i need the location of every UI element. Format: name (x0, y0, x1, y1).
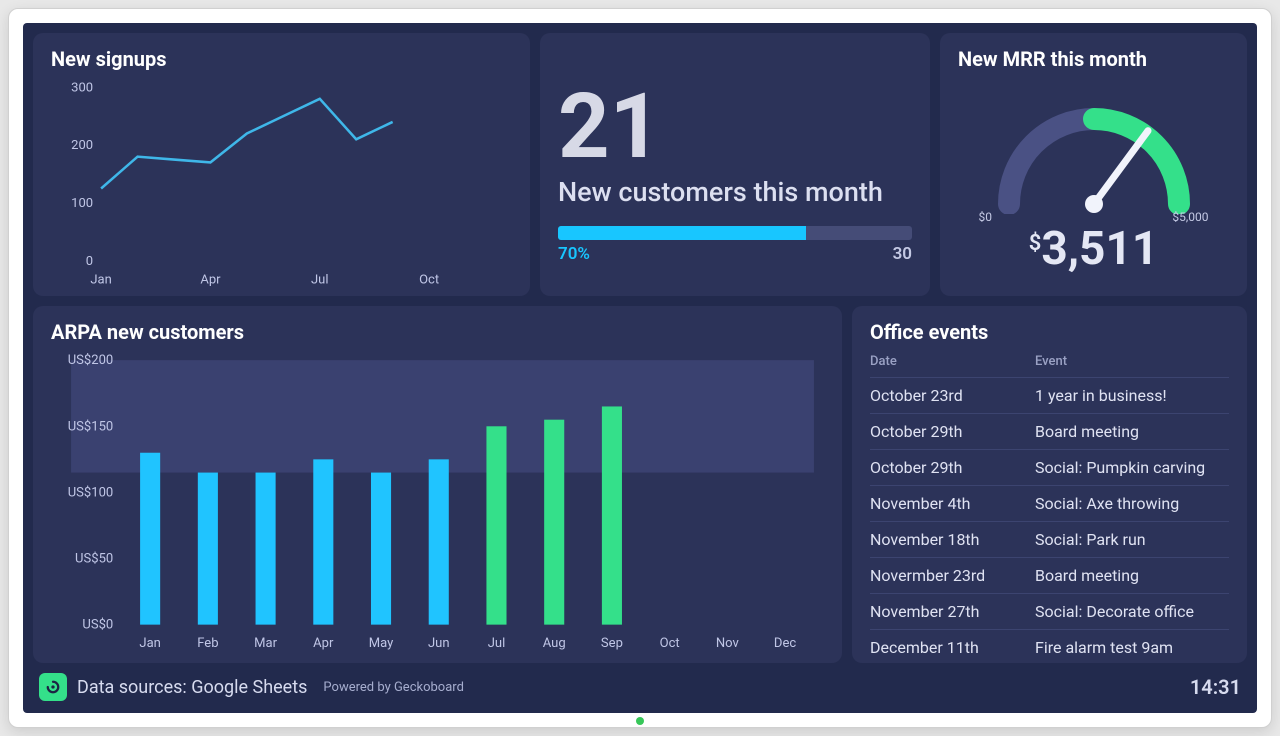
chart-arpa: US$0 US$50 US$100 US$150 US$200 Jan Feb Mar Apr M… (51, 350, 824, 655)
card-title: New signups (51, 47, 512, 71)
gauge-chart (979, 84, 1209, 214)
svg-text:Jan: Jan (139, 636, 160, 651)
svg-text:200: 200 (71, 138, 93, 153)
svg-text:Apr: Apr (200, 272, 221, 287)
col-event: Event (1035, 350, 1229, 378)
svg-text:Sep: Sep (601, 636, 623, 651)
monitor-led-icon (636, 717, 644, 725)
card-new-customers: 21 New customers this month 70% 30 (540, 33, 930, 296)
svg-text:Feb: Feb (197, 636, 218, 651)
svg-text:Aug: Aug (543, 636, 566, 651)
event-date: October 29th (870, 414, 1035, 450)
progress-wrap: 70% 30 (558, 226, 912, 264)
event-date: November 27th (870, 594, 1035, 630)
svg-text:Oct: Oct (419, 272, 439, 287)
footer-clock: 14:31 (1190, 675, 1241, 699)
svg-text:0: 0 (86, 254, 93, 269)
table-row: October 23rd 1 year in business! (870, 378, 1229, 414)
svg-text:Apr: Apr (313, 636, 334, 651)
svg-text:US$200: US$200 (68, 353, 114, 368)
event-name: Social: Park run (1035, 522, 1229, 558)
event-date: December 11th (870, 630, 1035, 666)
svg-text:Oct: Oct (660, 636, 680, 651)
table-row: December 11th Fire alarm test 9am (870, 630, 1229, 666)
card-office-events: Office events Date Event October 23rd 1 … (852, 306, 1247, 663)
table-row: Novermber 23rd Board meeting (870, 558, 1229, 594)
event-name: Fire alarm test 9am (1035, 630, 1229, 666)
metric-value: 21 (558, 82, 912, 172)
gauge-max-label: $5,000 (1172, 210, 1208, 224)
svg-text:US$150: US$150 (68, 419, 114, 434)
event-name: Social: Axe throwing (1035, 486, 1229, 522)
svg-text:US$50: US$50 (75, 552, 113, 567)
geckoboard-logo-icon (39, 673, 67, 701)
card-arpa: ARPA new customers US$0 US$50 US$100 US$150… (33, 306, 842, 663)
svg-text:Jun: Jun (428, 636, 450, 651)
event-name: Board meeting (1035, 414, 1229, 450)
card-new-signups: New signups 0 100 200 300 Jan Apr Jul Oct (33, 33, 530, 296)
card-new-mrr: New MRR this month $0 $5,000 $3,511 (940, 33, 1247, 296)
svg-text:Dec: Dec (774, 636, 796, 651)
table-row: November 4th Social: Axe throwing (870, 486, 1229, 522)
table-row: October 29th Social: Pumpkin carving (870, 450, 1229, 486)
card-title: New MRR this month (958, 47, 1229, 71)
event-name: Social: Decorate office (1035, 594, 1229, 630)
card-title: Office events (870, 320, 1229, 344)
progress-target: 30 (893, 244, 912, 264)
progress-percent: 70% (558, 244, 590, 264)
event-date: Novermber 23rd (870, 558, 1035, 594)
gauge-min-label: $0 (979, 210, 993, 224)
svg-text:Jul: Jul (488, 636, 506, 651)
footer-powered: Powered by Geckoboard (323, 680, 464, 695)
svg-text:US$100: US$100 (68, 485, 114, 500)
table-row: November 18th Social: Park run (870, 522, 1229, 558)
footer-sources: Data sources: Google Sheets (77, 677, 307, 698)
svg-text:Jul: Jul (311, 272, 329, 287)
table-row: October 29th Board meeting (870, 414, 1229, 450)
dashboard-footer: Data sources: Google Sheets Powered by G… (33, 673, 1247, 703)
table-row: November 27th Social: Decorate office (870, 594, 1229, 630)
gauge-value: $3,511 (1029, 222, 1158, 276)
events-table: Date Event October 23rd 1 year in busine… (870, 350, 1229, 665)
event-name: 1 year in business! (1035, 378, 1229, 414)
progress-fill (558, 226, 806, 240)
svg-text:Jan: Jan (90, 272, 111, 287)
svg-text:100: 100 (71, 196, 93, 211)
svg-text:300: 300 (71, 80, 93, 95)
chart-new-signups: 0 100 200 300 Jan Apr Jul Oct (51, 77, 512, 291)
event-name: Board meeting (1035, 558, 1229, 594)
monitor-frame: New signups 0 100 200 300 Jan Apr Jul Oct 21 Ne… (8, 8, 1272, 728)
card-title: ARPA new customers (51, 320, 824, 344)
event-name: Social: Pumpkin carving (1035, 450, 1229, 486)
metric-label: New customers this month (558, 176, 912, 208)
progress-bar (558, 226, 912, 240)
event-date: October 23rd (870, 378, 1035, 414)
event-date: November 4th (870, 486, 1035, 522)
dashboard-screen: New signups 0 100 200 300 Jan Apr Jul Oct 21 Ne… (23, 23, 1257, 713)
event-date: November 18th (870, 522, 1035, 558)
svg-text:Nov: Nov (716, 636, 740, 651)
svg-text:May: May (369, 636, 394, 651)
svg-text:US$0: US$0 (82, 618, 113, 633)
col-date: Date (870, 350, 1035, 378)
event-date: October 29th (870, 450, 1035, 486)
svg-text:Mar: Mar (254, 636, 277, 651)
